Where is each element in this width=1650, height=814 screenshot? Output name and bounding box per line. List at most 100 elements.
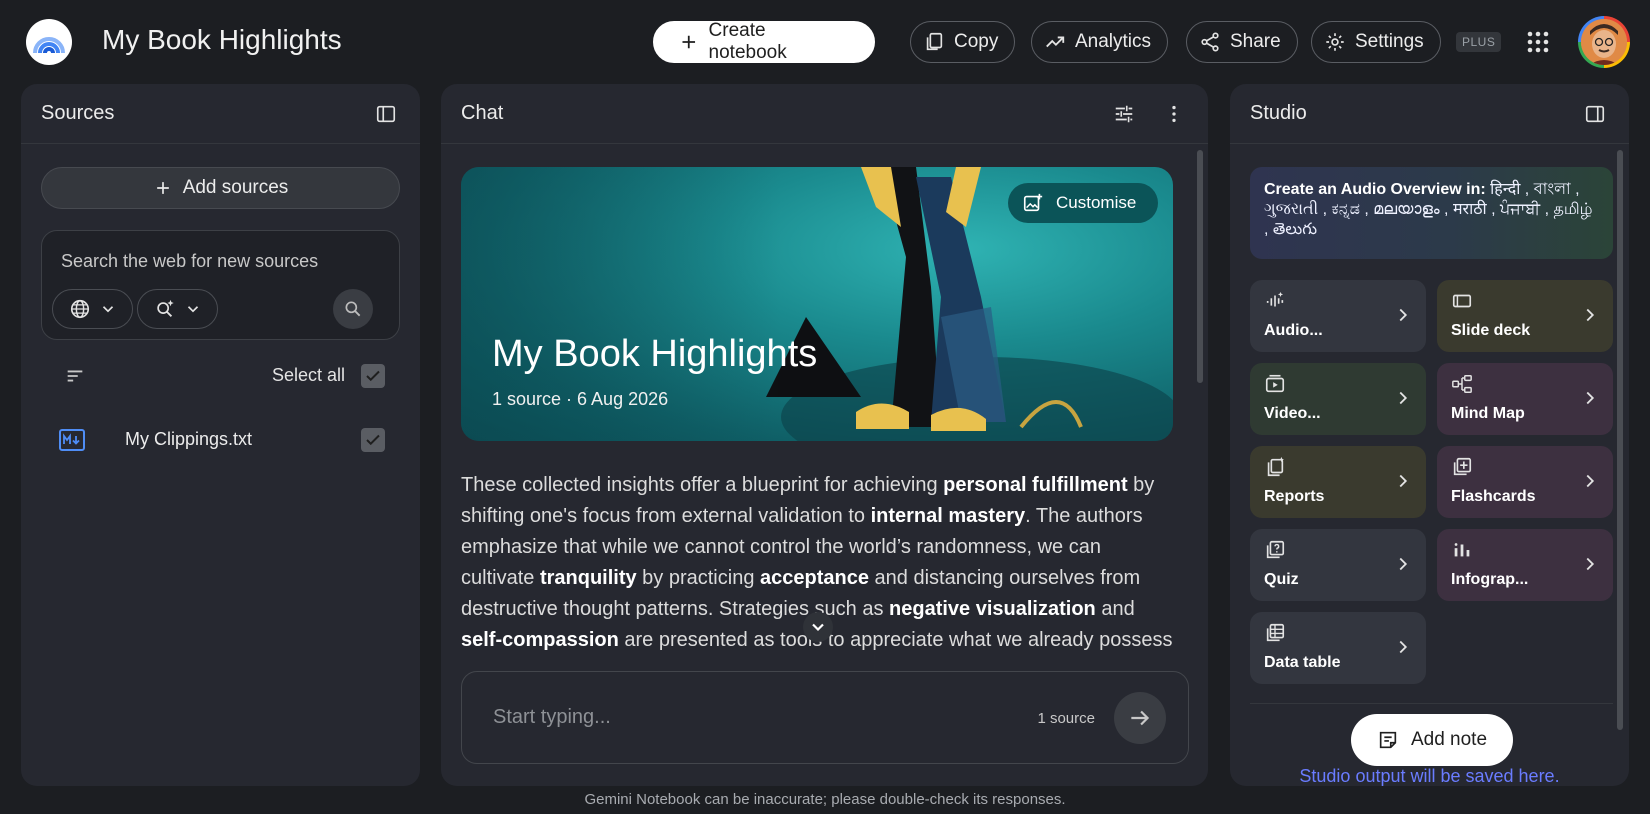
chat-scrollbar[interactable] xyxy=(1197,150,1203,383)
share-button[interactable]: Share xyxy=(1186,21,1298,63)
markdown-file-icon xyxy=(59,429,85,451)
studio-tile-mind-map[interactable]: Mind Map xyxy=(1437,363,1613,435)
studio-tile-video[interactable]: Video... xyxy=(1250,363,1426,435)
source-checkbox[interactable] xyxy=(361,428,385,452)
chat-input[interactable]: Start typing... xyxy=(493,706,611,729)
plus-icon xyxy=(682,35,696,49)
summary-segment: personal fulfillment xyxy=(943,474,1128,496)
add-note-label: Add note xyxy=(1410,729,1488,750)
chat-input-box[interactable]: Start typing... 1 source xyxy=(461,671,1189,764)
studio-tile-label: Quiz xyxy=(1264,571,1299,588)
reports-icon xyxy=(1267,456,1284,477)
studio-divider xyxy=(1250,703,1613,704)
studio-tile-label: Slide deck xyxy=(1451,322,1531,339)
source-name: My Clippings.txt xyxy=(125,429,253,449)
send-button[interactable] xyxy=(1114,692,1166,744)
summary-segment: These collected insights offer a bluepri… xyxy=(461,474,944,496)
chat-panel: Chat Customise My Book Highlights 1 sour… xyxy=(441,84,1208,786)
add-sources-label: Add sources xyxy=(182,177,289,198)
chat-more-button[interactable] xyxy=(1160,100,1188,128)
mind-map-icon xyxy=(1452,375,1472,393)
plus-icon xyxy=(156,182,169,194)
account-avatar[interactable] xyxy=(1578,16,1630,68)
globe-icon xyxy=(70,299,89,319)
sources-title: Sources xyxy=(41,102,115,124)
settings-button[interactable]: Settings xyxy=(1311,21,1441,63)
data-table-icon xyxy=(1266,623,1285,642)
trending-up-icon xyxy=(1046,36,1065,48)
side-panel-icon xyxy=(376,105,396,122)
studio-tile-audio[interactable]: Audio... xyxy=(1250,280,1426,352)
collapse-sources-button[interactable] xyxy=(372,100,400,128)
scroll-down-button[interactable] xyxy=(803,612,833,642)
audio-waveform-icon xyxy=(1266,291,1284,307)
select-all-checkbox[interactable] xyxy=(361,364,385,388)
studio-panel: Studio Create an Audio Overview in: हिन्… xyxy=(1230,84,1629,786)
summary-segment: acceptance xyxy=(760,567,869,589)
avatar-face-icon xyxy=(1581,19,1627,65)
apps-grid-icon[interactable] xyxy=(1526,30,1550,54)
slides-icon xyxy=(1452,294,1472,308)
sources-panel: Sources Add sources Search the web for n… xyxy=(21,84,420,786)
studio-title: Studio xyxy=(1250,102,1307,124)
studio-output-hint: Studio output will be saved here. xyxy=(1299,766,1560,786)
cover-subtitle: 1 source · 6 Aug 2026 xyxy=(492,389,669,409)
customise-button[interactable]: Customise xyxy=(1008,183,1158,223)
studio-tile-label: Flashcards xyxy=(1451,488,1536,505)
side-panel-icon xyxy=(1585,105,1605,122)
sort-icon[interactable] xyxy=(64,365,86,387)
audio-overview-languages-banner[interactable]: Create an Audio Overview in: हिन्दी , বা… xyxy=(1250,167,1613,259)
summary-segment: self-compassion xyxy=(461,629,619,651)
web-search-input[interactable]: Search the web for new sources xyxy=(61,251,318,272)
source-item[interactable]: My Clippings.txt xyxy=(41,418,400,462)
copy-icon xyxy=(926,32,943,51)
gear-icon xyxy=(1326,33,1344,51)
notebook-title[interactable]: My Book Highlights xyxy=(102,24,342,56)
studio-tile-reports[interactable]: Reports xyxy=(1250,446,1426,518)
studio-scrollbar[interactable] xyxy=(1617,150,1623,730)
collapse-studio-button[interactable] xyxy=(1581,100,1609,128)
create-notebook-button[interactable]: Create notebook xyxy=(653,20,875,63)
studio-tile-label: Audio... xyxy=(1264,322,1323,339)
audio-banner-lead: Create an Audio Overview in: xyxy=(1264,181,1486,198)
studio-tile-slide-deck[interactable]: Slide deck xyxy=(1437,280,1613,352)
studio-tile-label: Infograp... xyxy=(1451,571,1529,588)
add-note-button[interactable]: Add note xyxy=(1351,714,1513,766)
chat-settings-button[interactable] xyxy=(1110,100,1138,128)
settings-label: Settings xyxy=(1355,31,1424,52)
chevron-right-icon xyxy=(1586,557,1595,571)
plan-badge: PLUS xyxy=(1456,32,1502,52)
cover-title: My Book Highlights xyxy=(492,333,818,375)
web-search-box: Search the web for new sources xyxy=(41,230,400,340)
chevron-right-icon xyxy=(1399,557,1408,571)
studio-tile-infographic[interactable]: Infograp... xyxy=(1437,529,1613,601)
chevron-down-icon xyxy=(102,306,113,313)
studio-tile-data-table[interactable]: Data table xyxy=(1250,612,1426,684)
search-submit-button[interactable] xyxy=(333,289,373,329)
arrow-right-icon xyxy=(1131,710,1150,726)
summary-segment: by practicing xyxy=(636,567,760,589)
analytics-button[interactable]: Analytics xyxy=(1031,21,1169,63)
tune-icon xyxy=(1115,105,1133,122)
web-source-dropdown[interactable] xyxy=(52,289,133,329)
research-mode-dropdown[interactable] xyxy=(137,289,218,329)
studio-header: Studio xyxy=(1230,84,1629,144)
analytics-label: Analytics xyxy=(1075,31,1152,52)
chevron-right-icon xyxy=(1586,391,1595,405)
chevron-right-icon xyxy=(1586,308,1595,322)
image-edit-icon xyxy=(1023,193,1043,212)
customise-label: Customise xyxy=(1056,193,1137,212)
studio-tile-label: Video... xyxy=(1264,405,1321,422)
share-icon xyxy=(1201,32,1219,52)
app-logo[interactable] xyxy=(26,19,72,65)
rainbow-logo-icon xyxy=(33,37,65,54)
copy-button[interactable]: Copy xyxy=(910,21,1016,63)
studio-tile-flashcards[interactable]: Flashcards xyxy=(1437,446,1613,518)
add-sources-button[interactable]: Add sources xyxy=(41,167,400,209)
studio-tile-quiz[interactable]: Quiz xyxy=(1250,529,1426,601)
search-icon xyxy=(345,301,361,317)
chevron-down-icon xyxy=(812,623,824,632)
note-add-icon xyxy=(1379,731,1397,749)
studio-tile-label: Mind Map xyxy=(1451,405,1525,422)
create-notebook-label: Create notebook xyxy=(708,20,787,63)
